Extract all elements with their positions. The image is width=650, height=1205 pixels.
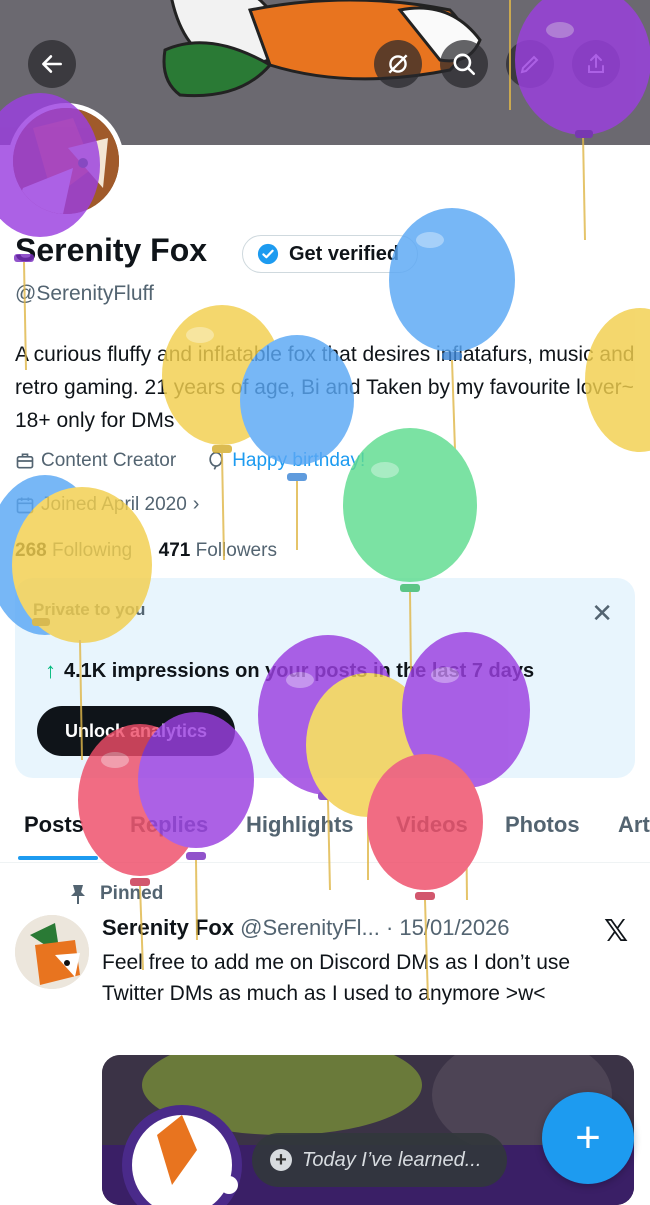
calendar-icon [16,497,34,513]
post-avatar[interactable] [15,915,89,989]
sync-off-button[interactable] [374,40,422,88]
fox-avatar-image [13,108,119,214]
chevron-right-icon: › [192,493,200,515]
share-icon [588,53,604,73]
profile-category: Content Creator [41,450,177,471]
get-verified-button[interactable]: Get verified [242,235,419,273]
edit-icon [520,55,539,74]
joined-date: Joined April 2020 [41,493,187,515]
plus-circle-icon: + [270,1149,292,1171]
following-count: 268 [15,540,47,561]
composer-input[interactable]: + Today I’ve learned... [252,1133,507,1187]
pin-icon [71,885,85,904]
post-text: Feel free to add me on Discord DMs as I … [102,951,571,1005]
tab-photos[interactable]: Photos [505,812,580,838]
search-icon [453,53,476,76]
close-icon[interactable]: ✕ [591,598,613,629]
profile-handle: @SerenityFluff [15,282,154,305]
fox-avatar-image [15,915,89,989]
following-label: Following [51,540,133,561]
profile-avatar[interactable] [8,103,124,219]
active-tab-indicator [18,856,98,860]
post-handle-date: @SerenityFl... · 15/01/2026 [240,915,510,940]
tab-highlights[interactable]: Highlights [246,812,354,838]
plus-icon: + [575,1113,601,1162]
banner-fox-illustration [162,0,482,98]
arrow-left-icon [42,55,62,73]
analytics-card: Private to you ✕ ↑ 4.1K impressions on y… [15,578,635,778]
profile-meta-row: Content Creator Happy birthday! [15,450,365,472]
share-button[interactable] [572,40,620,88]
post-header: Serenity Fox @SerenityFl... · 15/01/2026 [102,915,510,941]
follow-stats: 268 Following 471 Followers [15,540,277,562]
composer-placeholder: Today I’ve learned... [302,1148,482,1171]
followers-label: Followers [195,540,277,561]
verified-badge-icon [257,243,279,265]
balloon-blue [389,208,515,352]
back-button[interactable] [28,40,76,88]
profile-bio: A curious fluffy and inflatable fox that… [15,343,635,432]
arrow-up-icon: ↑ [45,658,56,683]
profile-name: Serenity Fox [15,232,208,268]
private-label: Private to you [33,600,146,619]
balloon-icon [209,451,223,470]
sync-off-icon [388,54,408,74]
pinned-label-row: Pinned [70,883,163,905]
post-author[interactable]: Serenity Fox [102,915,234,940]
unlock-analytics-button[interactable]: Unlock analytics [37,706,236,756]
impressions-row: ↑ 4.1K impressions on your posts in the … [45,658,534,684]
briefcase-icon [16,453,34,469]
profile-tabs: Posts Replies Highlights Videos Photos A… [0,800,650,863]
get-verified-label: Get verified [289,242,400,265]
edit-button[interactable] [506,40,554,88]
impressions-text: 4.1K impressions on your posts in the la… [64,659,535,682]
followers-link[interactable]: 471 Followers [159,540,277,561]
birthday-link[interactable]: Happy birthday! [232,450,365,472]
search-button[interactable] [440,40,488,88]
tab-videos[interactable]: Videos [396,812,468,838]
pinned-label: Pinned [100,883,164,904]
followers-count: 471 [158,540,191,561]
joined-row[interactable]: Joined April 2020 › [15,493,199,516]
compose-post-button[interactable]: + [542,1092,634,1184]
tab-replies[interactable]: Replies [130,812,208,838]
tab-posts[interactable]: Posts [24,812,84,838]
following-link[interactable]: 268 Following [15,540,132,561]
tab-art[interactable]: Art [618,812,650,838]
x-logo-icon: 𝕏 [604,915,629,948]
